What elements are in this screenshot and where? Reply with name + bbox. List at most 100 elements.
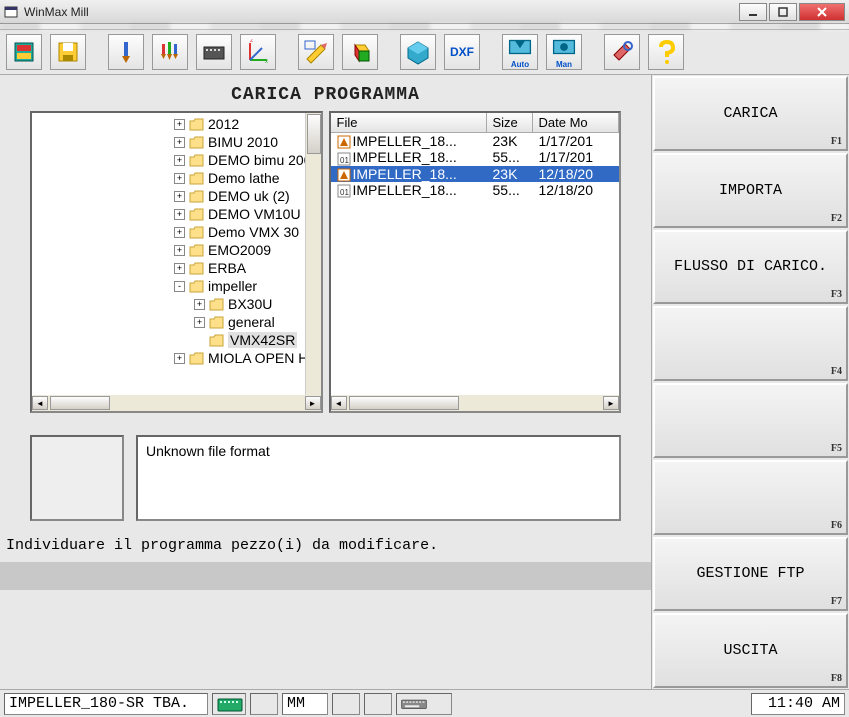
tool-axes-icon[interactable]: zx (240, 34, 276, 70)
titlebar: WinMax Mill (0, 0, 849, 24)
expander-icon[interactable]: + (174, 173, 185, 184)
tree-node[interactable]: +BX30U (32, 295, 321, 313)
softkey-f2[interactable]: IMPORTAF2 (653, 153, 848, 228)
tool-man-button[interactable]: Man (546, 34, 582, 70)
expander-icon[interactable]: + (174, 137, 185, 148)
softkey-f6[interactable]: F6 (653, 460, 848, 535)
tree-node-label: DEMO uk (2) (208, 188, 290, 204)
col-size[interactable]: Size (487, 113, 533, 132)
expander-icon[interactable]: + (174, 209, 185, 220)
status-kbd1[interactable] (212, 693, 246, 715)
col-file[interactable]: File (331, 113, 487, 132)
expander-icon[interactable]: + (174, 191, 185, 202)
tool-model-icon[interactable] (342, 34, 378, 70)
file-row[interactable]: IMPELLER_18...23K1/17/201 (331, 133, 620, 149)
close-button[interactable] (799, 3, 845, 21)
tool-dxf-button[interactable]: DXF (444, 34, 480, 70)
background-blur (0, 24, 849, 29)
tree-node[interactable]: VMX42SR (32, 331, 321, 349)
file-row[interactable]: 01IMPELLER_18...55...12/18/20 (331, 182, 620, 198)
folder-icon (189, 244, 204, 257)
tool-single-tool-icon[interactable] (108, 34, 144, 70)
file-list[interactable]: IMPELLER_18...23K1/17/20101IMPELLER_18..… (331, 133, 620, 198)
tool-cabinet-icon[interactable] (6, 34, 42, 70)
tree-node-label: BIMU 2010 (208, 134, 278, 150)
expander-icon[interactable]: + (174, 119, 185, 130)
expander-icon[interactable]: + (174, 227, 185, 238)
tree-node[interactable]: +EMO2009 (32, 241, 321, 259)
file-name-cell: IMPELLER_18... (331, 166, 487, 182)
tree-node[interactable]: +DEMO bimu 200 (32, 151, 321, 169)
tree-node[interactable]: + DEMO uk (2) (32, 187, 321, 205)
softkey-fkey: F1 (831, 136, 842, 147)
expander-icon[interactable]: + (194, 299, 205, 310)
tree-node[interactable]: +MIOLA OPEN H (32, 349, 321, 367)
app-window: WinMax Mill zx DXF Auto Man CARICA PROGR… (0, 0, 849, 717)
main-area: CARICA PROGRAMMA +2012+BIMU 2010+DEMO bi… (0, 75, 651, 689)
softkey-f3[interactable]: FLUSSO DI CARICO.F3 (653, 230, 848, 305)
file-list-header: File Size Date Mo (331, 113, 620, 133)
softkey-label: GESTIONE FTP (696, 565, 804, 582)
folder-icon (189, 154, 204, 167)
tree-hscroll[interactable]: ◄► (32, 395, 321, 411)
tool-keyboard-input-icon[interactable] (196, 34, 232, 70)
file-row[interactable]: IMPELLER_18...23K12/18/20 (331, 166, 620, 182)
expander-icon[interactable]: + (174, 353, 185, 364)
tool-save-icon[interactable] (50, 34, 86, 70)
expander-icon[interactable]: + (174, 245, 185, 256)
tree-node[interactable]: +ERBA (32, 259, 321, 277)
svg-text:01: 01 (340, 156, 349, 165)
tree-node[interactable]: - impeller (32, 277, 321, 295)
folder-icon (209, 298, 224, 311)
folder-icon (189, 172, 204, 185)
col-date[interactable]: Date Mo (533, 113, 620, 132)
folder-icon (189, 352, 204, 365)
svg-text:01: 01 (340, 188, 349, 197)
tree-node[interactable]: +general (32, 313, 321, 331)
tree-node[interactable]: + DEMO VM10U (32, 205, 321, 223)
status-bar: IMPELLER_180-SR TBA. MM 11:40 AM (0, 689, 849, 717)
instruction-text: Individuare il programma pezzo(i) da mod… (6, 537, 438, 554)
tool-help-icon[interactable] (648, 34, 684, 70)
tree-vscroll[interactable] (305, 113, 321, 395)
folder-tree[interactable]: +2012+BIMU 2010+DEMO bimu 200+Demo lathe… (32, 113, 321, 395)
minimize-button[interactable] (739, 3, 767, 21)
status-kbd2[interactable] (396, 693, 452, 715)
file-date-cell: 1/17/201 (533, 149, 620, 165)
tool-solid-view-icon[interactable] (400, 34, 436, 70)
tree-node-label: impeller (208, 278, 257, 294)
file-row[interactable]: 01IMPELLER_18...55...1/17/201 (331, 149, 620, 165)
file-name-cell: 01IMPELLER_18... (331, 182, 487, 198)
status-time: 11:40 AM (751, 693, 845, 715)
tree-node[interactable]: + BIMU 2010 (32, 133, 321, 151)
tree-node[interactable]: +2012 (32, 115, 321, 133)
tree-node[interactable]: +Demo VMX 30 (32, 223, 321, 241)
folder-icon (189, 190, 204, 203)
tool-auto-button[interactable]: Auto (502, 34, 538, 70)
list-hscroll[interactable]: ◄► (331, 395, 620, 411)
softkey-f5[interactable]: F5 (653, 383, 848, 458)
softkey-f4[interactable]: F4 (653, 306, 848, 381)
softkey-f8[interactable]: USCITAF8 (653, 613, 848, 688)
file-size-cell: 55... (487, 149, 533, 165)
tree-node-label: DEMO VM10U (208, 206, 301, 222)
softkey-f1[interactable]: CARICAF1 (653, 76, 848, 151)
svg-text:x: x (265, 59, 268, 65)
expander-icon[interactable]: + (174, 155, 185, 166)
tool-multi-tool-icon[interactable] (152, 34, 188, 70)
folder-icon (209, 316, 224, 329)
softkey-f7[interactable]: GESTIONE FTP F7 (653, 537, 848, 612)
status-pad2 (332, 693, 360, 715)
folder-icon (189, 262, 204, 275)
tree-node[interactable]: +Demo lathe (32, 169, 321, 187)
softkey-fkey: F7 (831, 596, 842, 607)
keyboard-icon (401, 696, 427, 712)
file-date-cell: 12/18/20 (533, 166, 620, 182)
instruction-bar: Individuare il programma pezzo(i) da mod… (0, 529, 651, 562)
maximize-button[interactable] (769, 3, 797, 21)
tool-tools-icon[interactable] (604, 34, 640, 70)
expander-icon[interactable]: + (174, 263, 185, 274)
expander-icon[interactable]: + (194, 317, 205, 328)
tool-sketch-icon[interactable] (298, 34, 334, 70)
expander-icon[interactable]: - (174, 281, 185, 292)
